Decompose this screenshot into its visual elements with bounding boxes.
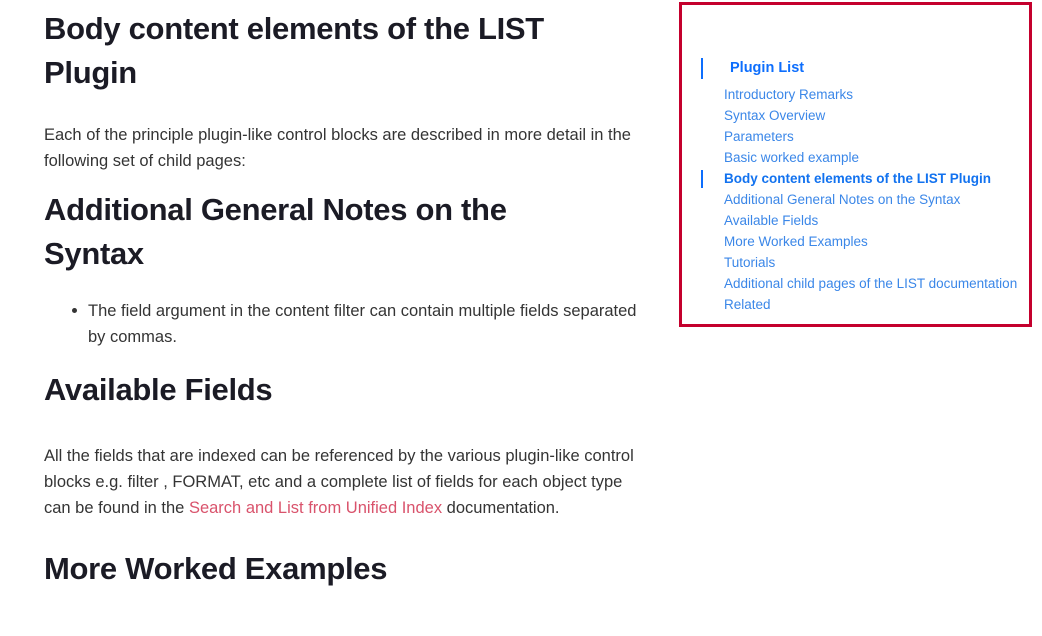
accent-bar-icon: [701, 170, 703, 188]
toc-item-label: Introductory Remarks: [724, 87, 854, 102]
article-content: Body content elements of the LIST Plugin…: [44, 0, 656, 591]
accent-bar-icon: [701, 58, 703, 79]
toc-item-label: Body content elements of the LIST Plugin: [724, 171, 992, 186]
list-item-label: The field argument in the content filter…: [88, 302, 637, 346]
toc-item-label: Parameters: [724, 129, 794, 144]
toc-item-more-worked-examples[interactable]: More Worked Examples: [690, 231, 1026, 252]
search-and-list-unified-index-link[interactable]: Search and List from Unified Index: [189, 499, 442, 517]
toc-item-label: Tutorials: [724, 255, 776, 270]
intro-paragraph: Each of the principle plugin-like contro…: [44, 126, 631, 170]
page-title: Body content elements of the LIST Plugin: [44, 11, 544, 90]
toc-item-basic-worked-example[interactable]: Basic worked example: [690, 147, 1026, 168]
available-fields-paragraph: All the fields that are indexed can be r…: [44, 412, 634, 521]
toc-item-available-fields[interactable]: Available Fields: [690, 210, 1026, 231]
toc-item-label: More Worked Examples: [724, 234, 868, 249]
toc-item-body-content-elements[interactable]: Body content elements of the LIST Plugin: [690, 168, 1026, 189]
bullet-icon: [72, 308, 77, 313]
toc-item-label: Additional child pages of the LIST docum…: [724, 276, 1018, 291]
toc-title-label: Plugin List: [730, 60, 805, 76]
toc-item-label: Available Fields: [724, 213, 819, 228]
plugin-list-toc-panel: Plugin List Introductory Remarks Syntax …: [679, 2, 1032, 327]
toc-item-parameters[interactable]: Parameters: [690, 126, 1026, 147]
toc-item-label: Related: [724, 297, 771, 312]
toc-item-related[interactable]: Related: [690, 294, 1026, 315]
heading-available-fields: Available Fields: [44, 372, 273, 407]
paragraph-text-after-link: documentation.: [442, 499, 560, 517]
toc-item-label: Syntax Overview: [724, 108, 826, 123]
heading-additional-general-notes: Additional General Notes on the Syntax: [44, 192, 507, 271]
heading-more-worked-examples: More Worked Examples: [44, 551, 388, 586]
additional-notes-list: The field argument in the content filter…: [44, 276, 656, 350]
toc-item-label: Basic worked example: [724, 150, 860, 165]
toc-title[interactable]: Plugin List: [690, 57, 1026, 84]
toc-item-label: Additional General Notes on the Syntax: [724, 192, 961, 207]
toc-list: Plugin List Introductory Remarks Syntax …: [690, 57, 1026, 315]
toc-item-tutorials[interactable]: Tutorials: [690, 252, 1026, 273]
toc-item-additional-general-notes[interactable]: Additional General Notes on the Syntax: [690, 189, 1026, 210]
toc-item-additional-child-pages[interactable]: Additional child pages of the LIST docum…: [690, 273, 1026, 294]
list-item: The field argument in the content filter…: [44, 298, 648, 350]
toc-item-introductory-remarks[interactable]: Introductory Remarks: [690, 84, 1026, 105]
toc-item-syntax-overview[interactable]: Syntax Overview: [690, 105, 1026, 126]
